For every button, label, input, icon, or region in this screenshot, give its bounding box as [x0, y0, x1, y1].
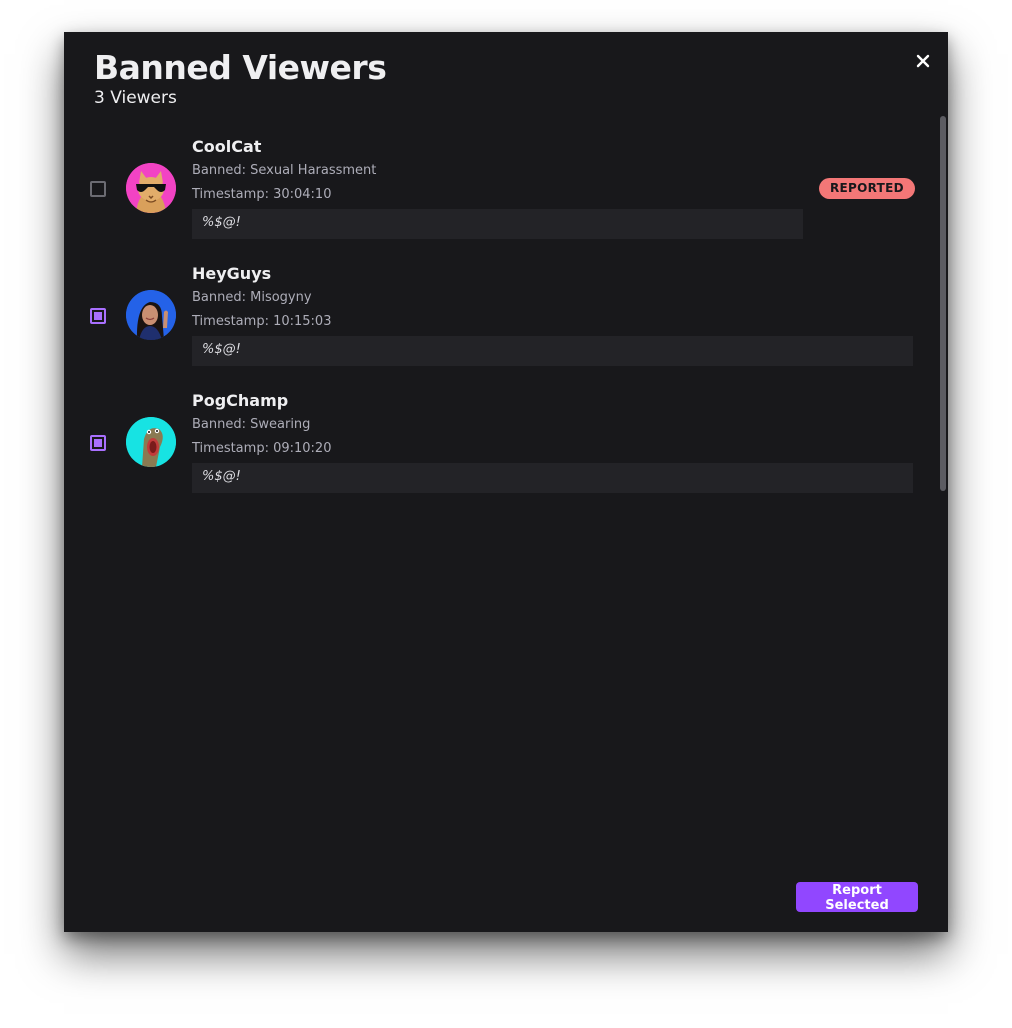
viewer-row-pogchamp: PogChamp Banned: Swearing Timestamp: 09:… [64, 391, 948, 511]
banned-viewers-modal: Banned Viewers 3 Viewers CoolCat Banned:… [64, 32, 948, 932]
viewer-username: PogChamp [192, 391, 289, 410]
reported-badge: REPORTED [819, 178, 915, 199]
viewer-username: HeyGuys [192, 264, 272, 283]
cat-with-sunglasses-avatar [126, 163, 176, 213]
banned-message: %$@! [192, 336, 913, 366]
banned-message: %$@! [192, 209, 803, 239]
viewer-row-coolcat: CoolCat Banned: Sexual Harassment Timest… [64, 137, 948, 257]
viewer-checkbox[interactable] [90, 308, 106, 324]
viewer-username: CoolCat [192, 137, 262, 156]
viewer-checkbox[interactable] [90, 435, 106, 451]
viewer-row-heyguys: HeyGuys Banned: Misogyny Timestamp: 10:1… [64, 264, 948, 384]
ban-reason: Banned: Swearing [192, 417, 311, 432]
report-selected-button[interactable]: Report Selected [796, 882, 918, 913]
viewer-count: 3 Viewers [94, 88, 177, 108]
banned-message: %$@! [192, 463, 913, 493]
viewer-checkbox[interactable] [90, 181, 106, 197]
ban-timestamp: Timestamp: 09:10:20 [192, 441, 332, 456]
ban-reason: Banned: Sexual Harassment [192, 163, 377, 178]
ban-reason: Banned: Misogyny [192, 290, 312, 305]
close-icon [916, 54, 930, 68]
modal-title: Banned Viewers [94, 48, 387, 87]
ban-timestamp: Timestamp: 30:04:10 [192, 187, 332, 202]
waving-woman-avatar [126, 290, 176, 340]
close-button[interactable] [910, 48, 936, 74]
surprised-lizard-avatar [126, 417, 176, 467]
ban-timestamp: Timestamp: 10:15:03 [192, 314, 332, 329]
